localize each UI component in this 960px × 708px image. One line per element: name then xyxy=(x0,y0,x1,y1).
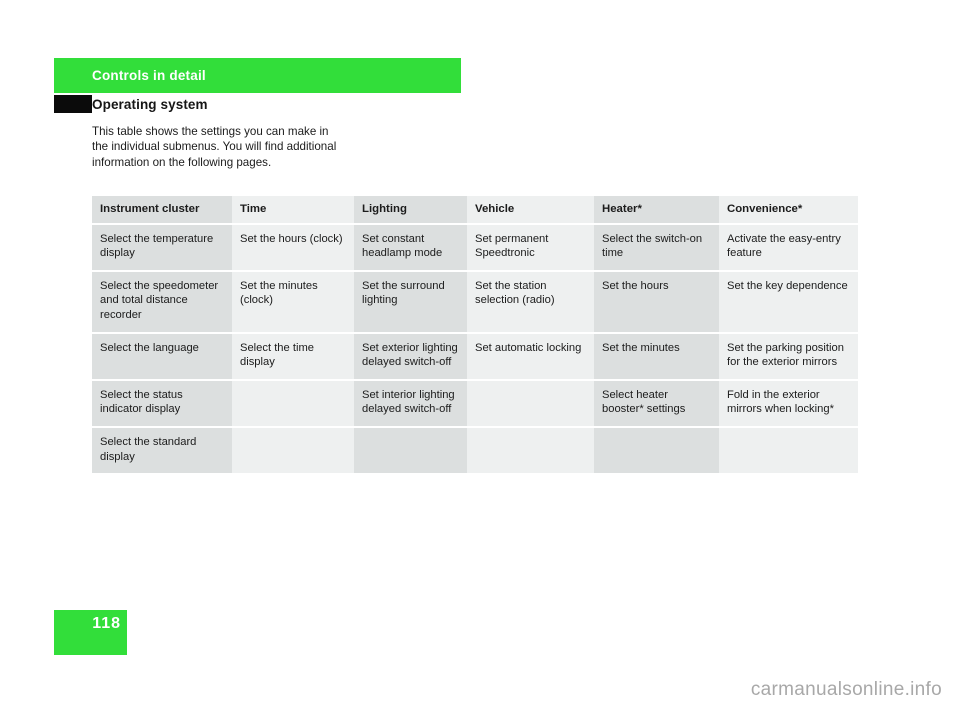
table-cell: Select the speedometer and total distanc… xyxy=(92,269,232,333)
intro-paragraph: This table shows the settings you can ma… xyxy=(92,125,337,169)
column-header-heater: Heater* xyxy=(594,196,719,225)
table-cell: Activate the easy-entry feature xyxy=(719,222,858,271)
page-number: 118 xyxy=(92,615,121,632)
chapter-title: Controls in detail xyxy=(92,68,206,83)
page-number-block: 118 xyxy=(54,610,127,655)
table-cell: Set the station selection (radio) xyxy=(467,269,594,333)
table-cell: Select the temperature display xyxy=(92,222,232,271)
site-watermark: carmanualsonline.info xyxy=(750,679,942,700)
table-cell: Set the key dependence xyxy=(719,269,858,333)
table-cell: Set the hours xyxy=(594,269,719,333)
table-cell: Select the language xyxy=(92,331,232,380)
table-cell: Set the hours (clock) xyxy=(232,222,354,271)
table-row: Select the language Select the time disp… xyxy=(92,331,858,380)
column-header-time: Time xyxy=(232,196,354,225)
table-header-row: Instrument cluster Time Lighting Vehicle… xyxy=(92,196,858,225)
table-cell: Select the standard display xyxy=(92,425,232,474)
table-cell: Select the time display xyxy=(232,331,354,380)
column-header-instrument-cluster: Instrument cluster xyxy=(92,196,232,225)
table-body: Select the temperature display Set the h… xyxy=(92,222,858,474)
column-header-lighting: Lighting xyxy=(354,196,467,225)
table-cell: Select heater booster* settings xyxy=(594,378,719,427)
table-cell xyxy=(354,425,467,474)
table-cell: Set permanent Speedtronic xyxy=(467,222,594,271)
table-cell xyxy=(232,425,354,474)
table-row: Select the speedometer and total distanc… xyxy=(92,269,858,333)
table-cell xyxy=(232,378,354,427)
table-cell: Set exterior lighting delayed switch-off xyxy=(354,331,467,380)
table-cell: Select the status indicator display xyxy=(92,378,232,427)
table-cell: Fold in the exterior mirrors when lockin… xyxy=(719,378,858,427)
table-cell: Select the switch-on time xyxy=(594,222,719,271)
section-heading: Operating system xyxy=(92,97,208,112)
table-cell: Set the minutes xyxy=(594,331,719,380)
table-row: Select the standard display xyxy=(92,425,858,474)
table-cell: Set constant headlamp mode xyxy=(354,222,467,271)
table-cell xyxy=(719,425,858,474)
table-cell: Set automatic locking xyxy=(467,331,594,380)
table-cell xyxy=(467,378,594,427)
table-header: Instrument cluster Time Lighting Vehicle… xyxy=(92,196,858,225)
column-header-vehicle: Vehicle xyxy=(467,196,594,225)
table-cell: Set the minutes (clock) xyxy=(232,269,354,333)
table-cell: Set interior lighting delayed switch-off xyxy=(354,378,467,427)
table-cell: Set the parking position for the exterio… xyxy=(719,331,858,380)
table-cell xyxy=(467,425,594,474)
column-header-convenience: Convenience* xyxy=(719,196,858,225)
operating-system-settings-table: Instrument cluster Time Lighting Vehicle… xyxy=(92,196,858,474)
section-marker-square xyxy=(54,95,92,113)
table-cell xyxy=(594,425,719,474)
table-cell: Set the surround lighting xyxy=(354,269,467,333)
table-row: Select the status indicator display Set … xyxy=(92,378,858,427)
table-row: Select the temperature display Set the h… xyxy=(92,222,858,271)
